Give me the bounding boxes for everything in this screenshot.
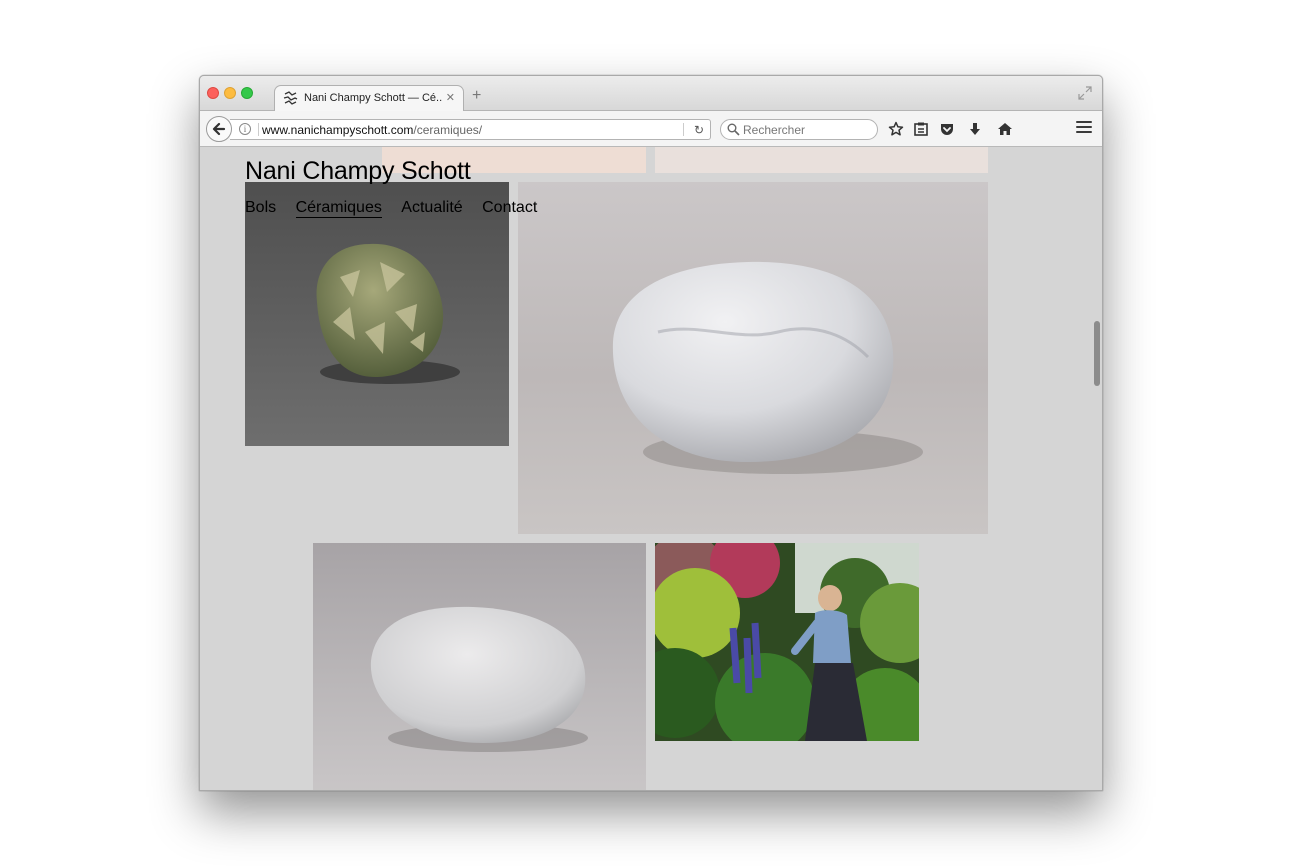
- bookmark-star-icon[interactable]: [888, 121, 904, 137]
- title-bar: Nani Champy Schott — Cé... ✕ +: [200, 76, 1102, 112]
- tab-close-icon[interactable]: ✕: [446, 91, 455, 104]
- reload-separator: [683, 123, 684, 136]
- new-tab-icon[interactable]: +: [472, 88, 481, 104]
- navigation-toolbar: i www.nanichampyschott.com/ceramiques/ ↻…: [200, 111, 1102, 147]
- search-icon: [727, 123, 740, 136]
- url-domain: www.nanichampyschott.com: [262, 123, 414, 137]
- window-close-button[interactable]: [207, 87, 219, 99]
- url-text: www.nanichampyschott.com/ceramiques/: [262, 123, 482, 137]
- gallery-image-white-stone[interactable]: [313, 543, 646, 790]
- reading-list-icon[interactable]: [913, 121, 929, 137]
- info-icon[interactable]: i: [239, 123, 251, 135]
- site-favicon-icon: [283, 91, 298, 105]
- url-separator: [258, 123, 259, 136]
- search-bar[interactable]: Rechercher: [720, 119, 878, 140]
- url-path: /ceramiques/: [413, 123, 483, 137]
- nav-link-contact[interactable]: Contact: [482, 199, 537, 217]
- site-title[interactable]: Nani Champy Schott: [245, 157, 471, 186]
- gallery-image-artist-garden[interactable]: [655, 543, 919, 741]
- nav-link-bols[interactable]: Bols: [245, 199, 276, 217]
- home-icon[interactable]: [997, 121, 1013, 137]
- tab-title: Nani Champy Schott — Cé...: [304, 92, 442, 104]
- menu-icon[interactable]: [1076, 121, 1092, 137]
- search-placeholder: Rechercher: [743, 123, 806, 137]
- partial-image-top-right[interactable]: [655, 147, 988, 173]
- menu-icon-bar: [1076, 121, 1092, 123]
- nav-link-ceramiques[interactable]: Céramiques: [295, 199, 382, 218]
- window-minimize-button[interactable]: [224, 87, 236, 99]
- address-bar[interactable]: i www.nanichampyschott.com/ceramiques/ ↻: [230, 119, 711, 140]
- pocket-icon[interactable]: [939, 121, 955, 137]
- scrollbar-thumb[interactable]: [1094, 321, 1100, 386]
- fullscreen-icon[interactable]: [1078, 86, 1092, 100]
- reload-icon[interactable]: ↻: [694, 123, 704, 137]
- back-button[interactable]: [206, 116, 232, 142]
- download-icon[interactable]: [967, 121, 983, 137]
- back-arrow-icon: [212, 122, 226, 136]
- gallery-image-green-stone[interactable]: [245, 182, 509, 446]
- gallery-image-large-white-stone[interactable]: [518, 182, 988, 534]
- menu-icon-bar: [1076, 131, 1092, 133]
- browser-window: Nani Champy Schott — Cé... ✕ + i www.nan…: [199, 75, 1103, 791]
- page-viewport: Nani Champy Schott Bols Céramiques Actua…: [200, 147, 1102, 790]
- site-navigation: Bols Céramiques Actualité Contact: [245, 199, 552, 218]
- window-maximize-button[interactable]: [241, 87, 253, 99]
- nav-link-actualite[interactable]: Actualité: [401, 199, 462, 217]
- menu-icon-bar: [1076, 126, 1092, 128]
- browser-tab[interactable]: Nani Champy Schott — Cé... ✕: [274, 85, 464, 112]
